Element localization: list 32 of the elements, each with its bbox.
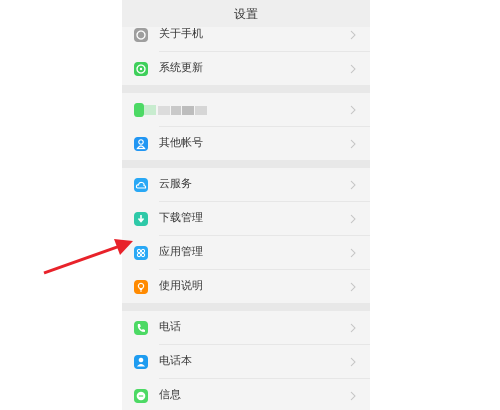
chevron-icon [350,180,356,190]
row-label: 云服务 [159,176,193,192]
row-label: 使用说明 [159,278,204,294]
chevron-icon [350,104,356,114]
row-label: 应用管理 [159,244,204,260]
row-label: 系统更新 [159,60,204,76]
settings-row[interactable]: 信息 [122,379,370,410]
row-label: 电话本 [159,353,193,370]
settings-row[interactable]: 云服务 [122,168,370,201]
chevron-icon [350,214,356,224]
chevron-icon [350,64,356,74]
row-label: 下载管理 [159,210,204,226]
row-label: 关于手机 [159,27,204,42]
chevron-icon [350,322,356,332]
row-label: 电话 [159,319,182,336]
chevron-icon [350,390,356,400]
settings-row[interactable]: 电话 [122,311,370,344]
page-title: 设置 [234,6,258,22]
chevron-icon [350,30,356,40]
settings-row[interactable]: 应用管理 [122,236,370,269]
settings-row[interactable]: 电话本 [122,345,370,378]
chevron-icon [350,248,356,258]
settings-row[interactable]: 下载管理 [122,202,370,235]
settings-row[interactable]: 其他帐号 [122,127,370,160]
settings-row[interactable]: 关于手机 [122,27,370,51]
row-label: 信息 [159,387,182,404]
chevron-icon [350,356,356,366]
settings-row[interactable]: 系统更新 [122,52,370,85]
chevron-icon [350,282,356,292]
settings-row[interactable]: 使用说明 [122,270,370,303]
chevron-icon [350,138,356,148]
row-label: 其他帐号 [159,135,204,152]
